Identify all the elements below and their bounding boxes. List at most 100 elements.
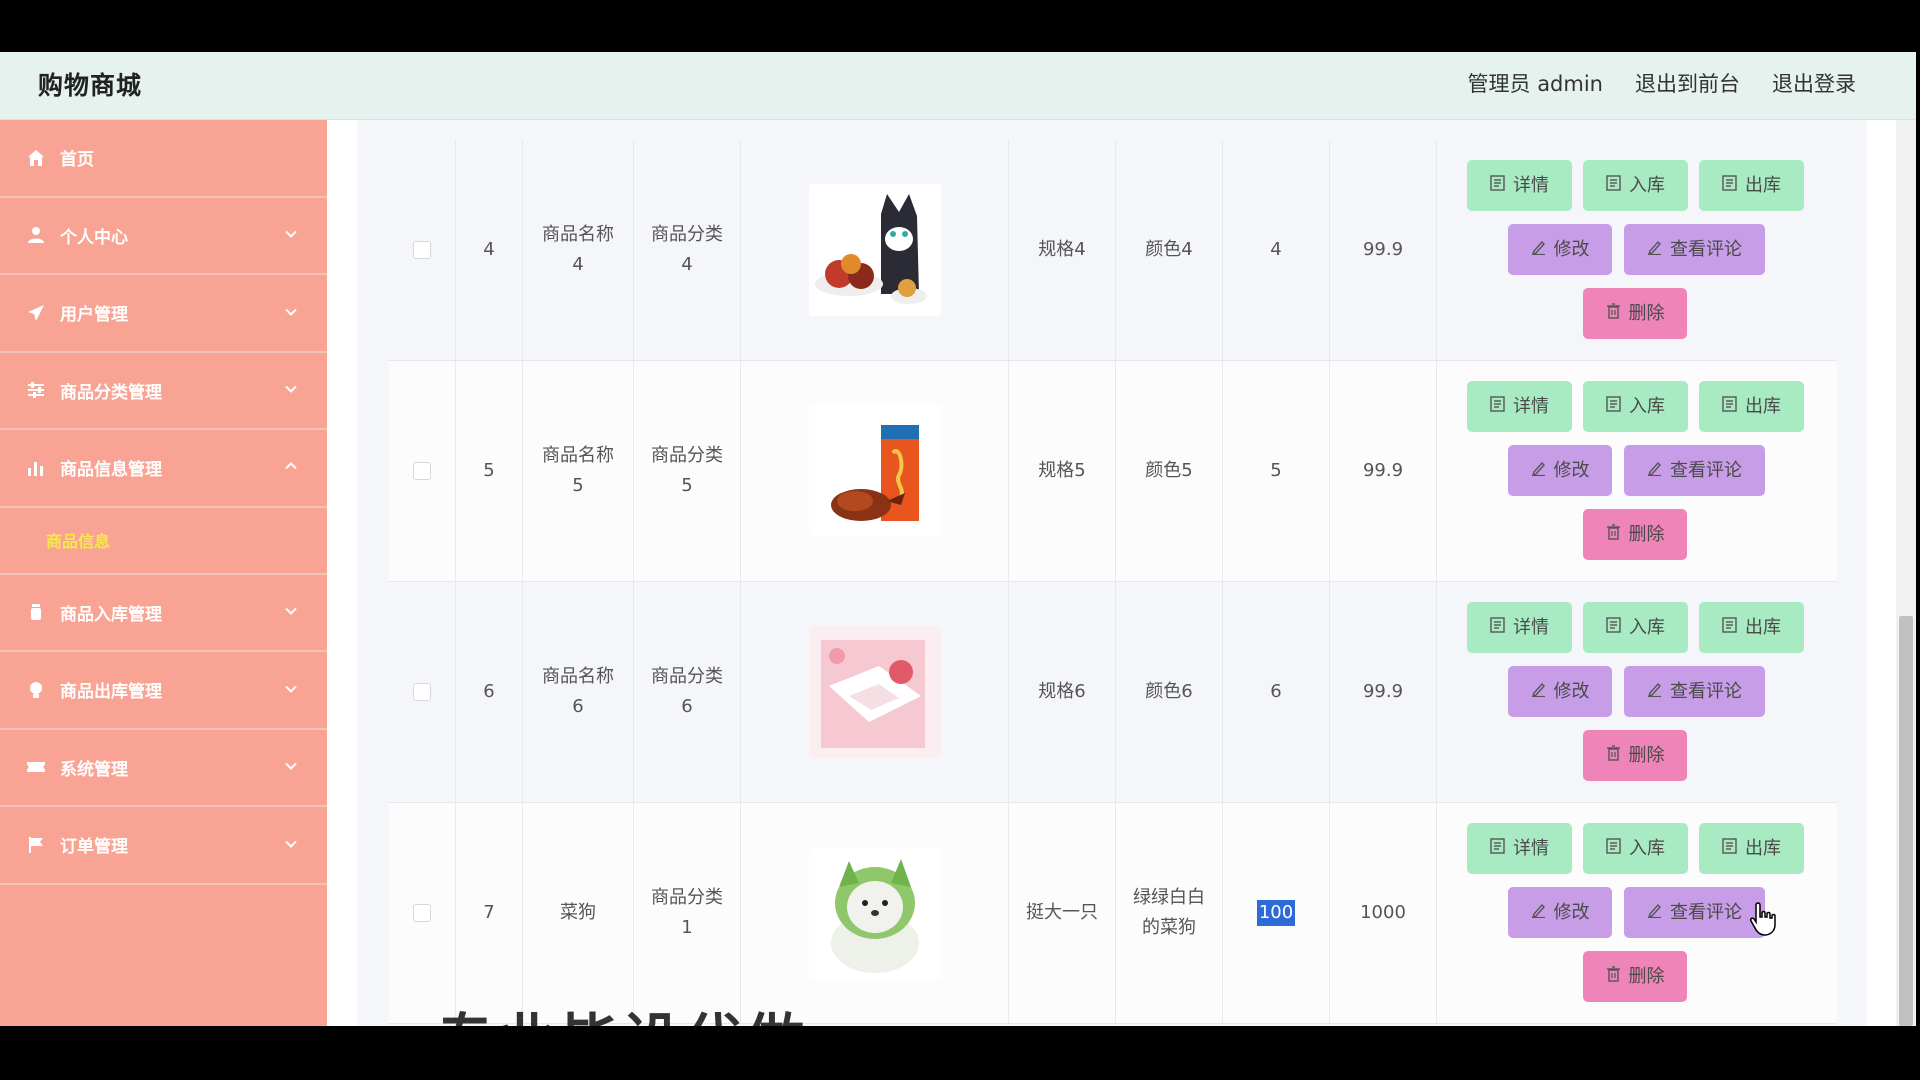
row-checkbox[interactable] [413,462,431,480]
qty-text: 6 [1270,681,1282,702]
price-text: 99.9 [1362,239,1404,260]
watermark-text: 专业毕设代做 [436,994,808,1026]
detail-button[interactable]: 详情 [1467,823,1572,874]
image-cell [741,803,1009,1023]
detail-button[interactable]: 详情 [1467,381,1572,432]
edit-icon [1531,456,1546,486]
view-comments-button[interactable]: 查看评论 [1624,666,1765,717]
detail-label: 详情 [1513,174,1549,196]
sidebar-item-users[interactable]: 用户管理 [0,275,327,353]
actions-cell: 详情 入库 出库修改 查看评论删除 [1437,361,1837,581]
stock-out-button[interactable]: 出库 [1699,823,1804,874]
view-comments-button[interactable]: 查看评论 [1624,445,1765,496]
logout-link[interactable]: 退出登录 [1772,68,1856,98]
row-checkbox[interactable] [413,683,431,701]
table-row: 4 商品名称4 商品分类4 规格4 颜色4 4 99.9 详情 入库 出库 修改 查看评论 删除 [389,140,1837,361]
sidebar-item-label: 商品分类管理 [60,382,162,403]
mouse-cursor-icon [1750,902,1776,936]
name-cell: 商品名称4 [523,140,634,360]
index-text: 7 [483,902,495,923]
row-checkbox[interactable] [413,904,431,922]
snack-cat-image[interactable] [808,184,941,316]
price-text: 99.9 [1362,681,1404,702]
top-header: 购物商城 管理员 admin 退出到前台 退出登录 [0,52,1916,120]
sidebar-item-home[interactable]: 首页 [0,120,327,198]
index-text: 5 [483,460,495,481]
delete-label: 删除 [1628,744,1665,766]
edit-button[interactable]: 修改 [1508,445,1612,496]
sidebar-item-product-info[interactable]: 商品信息管理 [0,430,327,508]
index-cell: 4 [456,140,523,360]
scrollbar-thumb[interactable] [1899,616,1913,1026]
delete-button[interactable]: 删除 [1583,509,1687,560]
sidebar-item-label: 用户管理 [60,305,128,326]
sidebar-item-stock-in[interactable]: 商品入库管理 [0,575,327,652]
index-text: 6 [483,681,495,702]
chevron-down-icon [285,685,297,693]
sidebar-item-stock-out[interactable]: 商品出库管理 [0,652,327,730]
color-text: 绿绿白白的菜狗 [1133,887,1205,938]
stock-out-button[interactable]: 出库 [1699,160,1804,211]
index-cell: 6 [456,582,523,802]
detail-label: 详情 [1513,616,1549,638]
edit-button[interactable]: 修改 [1508,887,1612,938]
sidebar-item-orders[interactable]: 订单管理 [0,807,327,885]
stock-in-button[interactable]: 入库 [1583,823,1688,874]
qty-selected-text: 100 [1256,900,1296,926]
ticket-icon [26,757,46,777]
stock-in-button[interactable]: 入库 [1583,381,1688,432]
detail-button[interactable]: 详情 [1467,160,1572,211]
document-icon [1722,392,1737,422]
category-cell: 商品分类1 [634,803,741,1023]
stock-in-button[interactable]: 入库 [1583,160,1688,211]
view-comments-button[interactable]: 查看评论 [1624,887,1765,938]
bar-chart-icon [26,458,46,478]
row-checkbox[interactable] [413,241,431,259]
name-cell: 商品名称5 [523,361,634,581]
edit-label: 修改 [1553,459,1590,481]
index-cell: 7 [456,803,523,1023]
spec-text: 规格5 [1038,460,1086,481]
submenu-item-product-info[interactable]: 商品信息 [46,528,110,552]
color-text: 颜色5 [1145,460,1193,481]
delete-button[interactable]: 删除 [1583,288,1687,339]
actions-group: 详情 入库 出库修改 查看评论删除 [1437,361,1837,581]
detail-button[interactable]: 详情 [1467,602,1572,653]
pink-gift-image[interactable] [808,626,941,758]
category-cell: 商品分类5 [634,361,741,581]
delete-label: 删除 [1628,965,1665,987]
document-icon [1606,171,1621,201]
edit-icon [1531,677,1546,707]
detail-label: 详情 [1513,837,1549,859]
sidebar-item-label: 商品出库管理 [60,682,162,703]
document-icon [1606,392,1621,422]
edit-button[interactable]: 修改 [1508,224,1612,275]
delete-button[interactable]: 删除 [1583,730,1687,781]
roast-duck-image[interactable] [808,405,941,537]
actions-group: 详情 入库 出库修改 查看评论删除 [1437,582,1837,802]
edit-button[interactable]: 修改 [1508,666,1612,717]
cabbage-dog-image[interactable] [808,847,941,979]
edit-icon [1647,456,1662,486]
sidebar-item-personal[interactable]: 个人中心 [0,198,327,275]
document-icon [1606,613,1621,643]
stock-out-button[interactable]: 出库 [1699,381,1804,432]
stock-in-button[interactable]: 入库 [1583,602,1688,653]
stock-out-button[interactable]: 出库 [1699,602,1804,653]
back-to-front-link[interactable]: 退出到前台 [1635,68,1740,98]
document-icon [1490,834,1505,864]
delete-button[interactable]: 删除 [1583,951,1687,1002]
checkbox-cell [389,582,456,802]
qty-cell: 4 [1223,140,1330,360]
sidebar-item-category[interactable]: 商品分类管理 [0,353,327,430]
document-icon [1490,392,1505,422]
checkbox-cell [389,361,456,581]
app-window: 购物商城 管理员 admin 退出到前台 退出登录 首页 个人中心 用户管理 商… [0,52,1916,1026]
spec-text: 规格4 [1038,239,1086,260]
spec-cell: 规格6 [1009,582,1116,802]
view-comments-button[interactable]: 查看评论 [1624,224,1765,275]
chevron-down-icon [285,385,297,394]
header-actions: 管理员 admin 退出到前台 退出登录 [1468,68,1856,98]
sidebar-item-system[interactable]: 系统管理 [0,730,327,807]
page-scrollbar[interactable] [1896,120,1916,1026]
